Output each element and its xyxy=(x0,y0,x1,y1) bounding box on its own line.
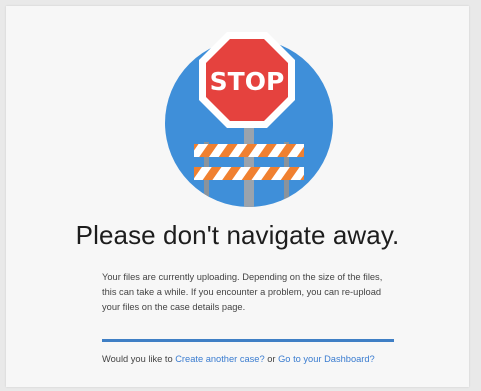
go-to-dashboard-link[interactable]: Go to your Dashboard? xyxy=(278,354,375,364)
barrier-board-bottom xyxy=(194,167,304,180)
stop-sign-text: STOP xyxy=(210,67,285,96)
barrier-board-top xyxy=(194,144,304,157)
next-action-prompt: Would you like to Create another case? o… xyxy=(102,354,402,364)
upload-progress-fill xyxy=(102,339,394,342)
upload-dialog: STOP Please don't navigate away. Your fi… xyxy=(6,6,469,387)
upload-message: Your files are currently uploading. Depe… xyxy=(102,272,383,312)
stop-sign: STOP xyxy=(199,32,295,128)
prompt-middle: or xyxy=(264,354,279,364)
page-title: Please don't navigate away. xyxy=(75,220,400,250)
prompt-prefix: Would you like to xyxy=(102,354,176,364)
stop-sign-illustration: STOP xyxy=(165,32,333,207)
upload-progress-bar xyxy=(102,339,394,342)
create-another-case-link[interactable]: Create another case? xyxy=(175,354,264,364)
